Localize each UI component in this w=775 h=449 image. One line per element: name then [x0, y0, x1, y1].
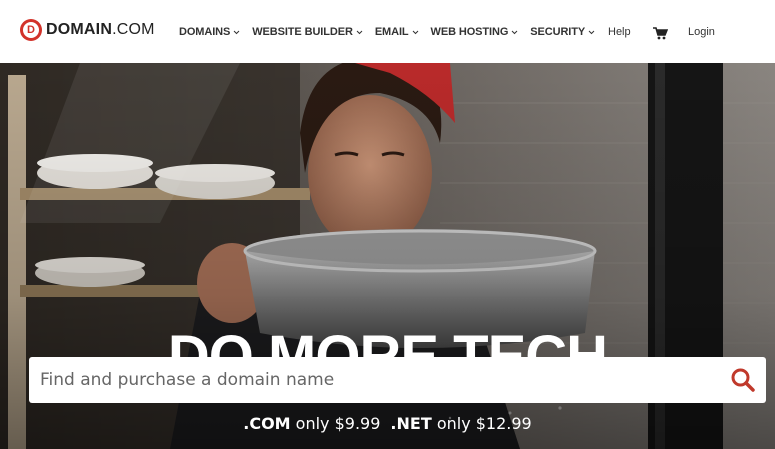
domain-com-logo[interactable]: D DOMAIN.COM	[20, 19, 155, 41]
chevron-down-icon	[356, 29, 363, 36]
help-link[interactable]: Help	[608, 26, 631, 38]
main-nav: DOMAINS WEBSITE BUILDER EMAIL WEB HOSTIN…	[179, 26, 607, 38]
price-com: .COM only $9.99	[243, 414, 381, 433]
chevron-down-icon	[588, 29, 595, 36]
price-net: .NET only $12.99	[390, 414, 532, 433]
chevron-down-icon	[412, 29, 419, 36]
cart-icon[interactable]	[653, 27, 669, 40]
domain-search-input[interactable]	[40, 368, 700, 392]
nav-domains[interactable]: DOMAINS	[179, 26, 240, 38]
login-link[interactable]: Login	[688, 26, 715, 38]
domain-search-bar	[29, 357, 766, 403]
logo-text: DOMAIN.COM	[46, 21, 155, 38]
logo-mark-icon: D	[20, 19, 42, 41]
nav-website-builder[interactable]: WEBSITE BUILDER	[252, 26, 363, 38]
pricing-strip: .COM only $9.99 .NET only $12.99	[0, 414, 775, 433]
nav-web-hosting[interactable]: WEB HOSTING	[431, 26, 519, 38]
nav-security[interactable]: SECURITY	[530, 26, 595, 38]
site-header: D DOMAIN.COM DOMAINS WEBSITE BUILDER EMA…	[0, 0, 775, 63]
nav-email[interactable]: EMAIL	[375, 26, 419, 38]
chevron-down-icon	[233, 29, 240, 36]
search-icon[interactable]	[730, 367, 756, 393]
chevron-down-icon	[511, 29, 518, 36]
